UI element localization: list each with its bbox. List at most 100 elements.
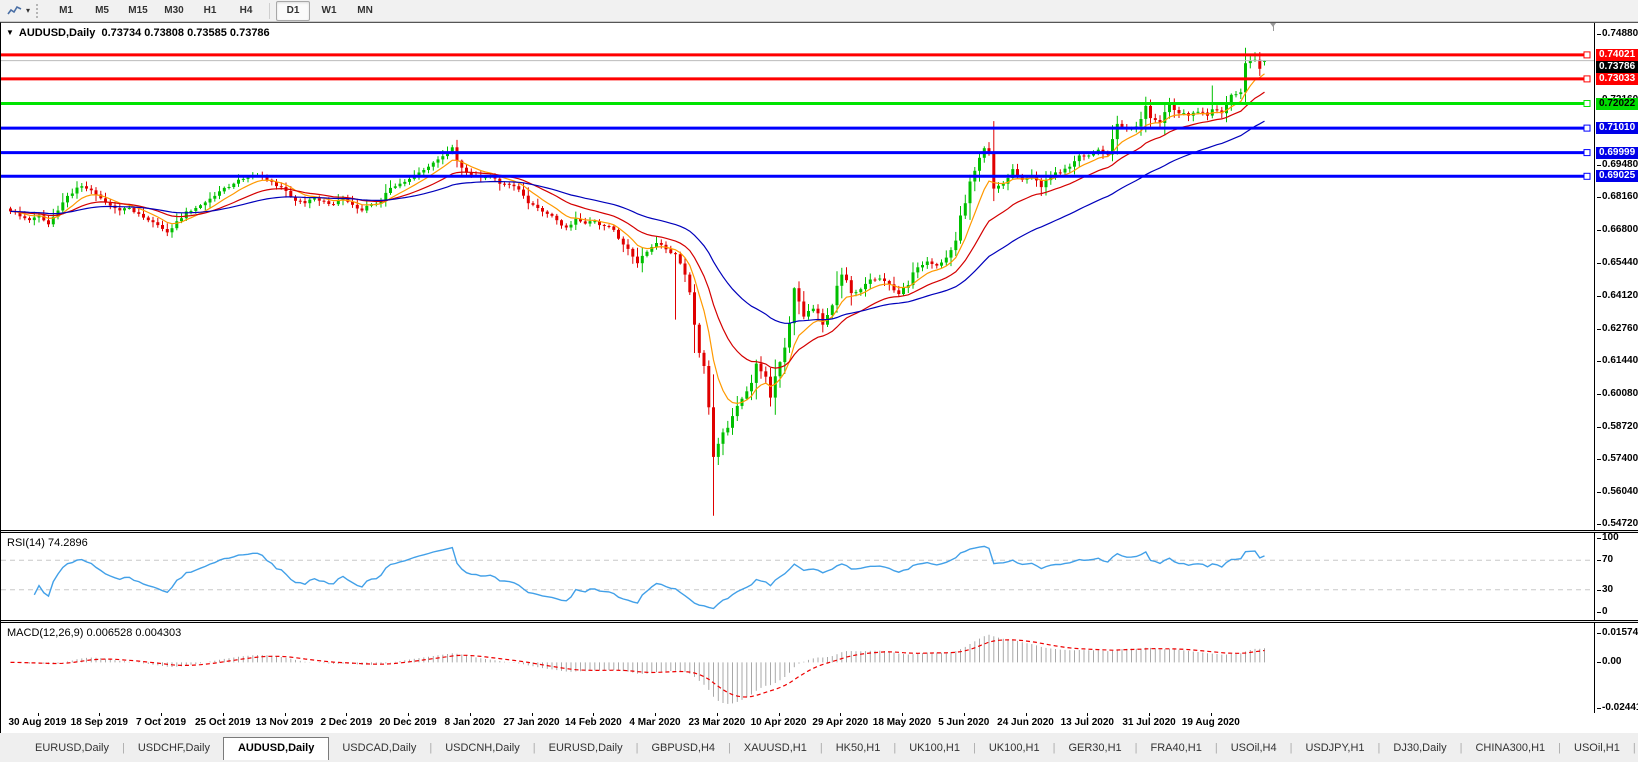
rsi-chart [1,533,1595,620]
tab-eurusd-daily[interactable]: EURUSD,Daily [22,739,122,757]
timeframe-button-m15[interactable]: M15 [121,1,155,21]
toolbar-grip [36,4,43,18]
price-panel[interactable]: ▼AUDUSD,Daily 0.73734 0.73808 0.73585 0.… [1,23,1638,530]
price-level-badge: 0.73033 [1596,73,1638,85]
price-tick-label: 0.61440 [1597,355,1638,367]
tab-fra40-h1[interactable]: FRA40,H1 [1138,739,1215,757]
tab-xauusd-h1[interactable]: XAUUSD,H1 [731,739,820,757]
chart-tab-bar: EURUSD,Daily|USDCHF,DailyAUDUSD,DailyUSD… [0,733,1638,762]
timeframe-button-d1[interactable]: D1 [276,1,310,21]
date-tick-label: 18 May 2020 [873,717,931,728]
rsi-tick-label: 70 [1597,554,1613,566]
date-tick-label: 8 Jan 2020 [444,717,495,728]
timeframe-button-m5[interactable]: M5 [85,1,119,21]
price-tick-label: 0.65440 [1597,257,1638,269]
toolbar-separator [269,3,270,19]
tab-china300-h1[interactable]: CHINA300,H1 [1462,739,1558,757]
price-tick-label: 0.54720 [1597,518,1638,530]
date-tick [779,713,780,716]
tab-scroll-controls: |◂▸ [1633,742,1638,754]
date-tick-label: 2 Dec 2019 [320,717,372,728]
price-tick-label: 0.58720 [1597,421,1638,433]
date-tick-label: 20 Dec 2019 [379,717,436,728]
tab-dj30-daily[interactable]: DJ30,Daily [1380,739,1459,757]
price-tick-label: 0.62760 [1597,323,1638,335]
rsi-tick-label: 0 [1597,606,1608,618]
timeframe-button-m30[interactable]: M30 [157,1,191,21]
tab-usdchf-daily[interactable]: USDCHF,Daily [125,739,223,757]
macd-label: MACD(12,26,9) 0.006528 0.004303 [7,627,181,639]
date-tick-label: 24 Jun 2020 [997,717,1054,728]
date-tick [532,713,533,716]
date-tick [593,713,594,716]
tab-hk50-h1[interactable]: HK50,H1 [823,739,894,757]
date-tick [902,713,903,716]
price-level-badge: 0.71010 [1596,122,1638,134]
date-tick [840,713,841,716]
date-tick [1149,713,1150,716]
date-tick-label: 13 Nov 2019 [256,717,314,728]
down-triangle-icon[interactable]: ▼ [6,28,14,37]
rsi-label: RSI(14) 74.2896 [7,537,88,549]
price-tick-label: 0.68160 [1597,191,1638,203]
date-tick [1026,713,1027,716]
date-tick [38,713,39,716]
price-axis[interactable]: 0.748800.735200.721600.708400.694800.681… [1594,23,1638,530]
candlestick-chart[interactable] [1,23,1595,530]
tab-usdcnh-daily[interactable]: USDCNH,Daily [432,739,533,757]
chart-shift-marker [1273,23,1274,31]
price-level-badge: 0.72022 [1596,98,1638,110]
price-tick-label: 0.64120 [1597,290,1638,302]
moving-averages [11,74,1265,404]
chart-symbol-label: AUDUSD,Daily [19,27,95,39]
tab-ger30-h1[interactable]: GER30,H1 [1055,739,1134,757]
chart-line-tool-icon[interactable] [4,3,24,19]
date-tick [99,713,100,716]
macd-tick-label: 0.00 [1597,656,1621,668]
tab-usdjpy-h1[interactable]: USDJPY,H1 [1292,739,1377,757]
date-tick-label: 18 Sep 2019 [71,717,128,728]
chevron-down-icon[interactable]: ▾ [26,6,30,15]
macd-chart [1,623,1595,713]
date-tick [1087,713,1088,716]
price-level-badge: 0.69999 [1596,147,1638,159]
price-tick-label: 0.57400 [1597,453,1638,465]
rsi-tick-label: 30 [1597,584,1613,596]
time-axis[interactable]: 30 Aug 201918 Sep 20197 Oct 201925 Oct 2… [1,713,1638,734]
tab-gbpusd-h4[interactable]: GBPUSD,H4 [638,739,728,757]
date-tick-label: 7 Oct 2019 [136,717,186,728]
rsi-axis: 100 70 30 0 [1594,533,1638,620]
tab-audusd-daily[interactable]: AUDUSD,Daily [223,737,329,760]
rsi-tick-label: 100 [1597,533,1619,544]
tab-eurusd-daily[interactable]: EURUSD,Daily [536,739,636,757]
date-tick-label: 14 Feb 2020 [565,717,622,728]
date-tick [655,713,656,716]
candlestick-series [9,48,1266,516]
price-tick-label: 0.74880 [1597,28,1638,40]
tab-uk100-h1[interactable]: UK100,H1 [896,739,973,757]
date-tick-label: 27 Jan 2020 [503,717,559,728]
macd-panel[interactable]: MACD(12,26,9) 0.006528 0.004303 0.015741… [1,623,1638,713]
chart-window: ▼AUDUSD,Daily 0.73734 0.73808 0.73585 0.… [0,22,1638,734]
tab-uk100-h1[interactable]: UK100,H1 [976,739,1053,757]
tab-usoil-h1[interactable]: USOil,H1 [1561,739,1633,757]
horizontal-levels[interactable] [1,52,1590,179]
date-tick-label: 29 Apr 2020 [812,717,868,728]
macd-tick-label: -0.024412 [1597,702,1638,713]
date-tick [470,713,471,716]
date-tick [1211,713,1212,716]
date-tick [223,713,224,716]
mt4-terminal: { "toolbar": { "tool_icon": "chart-line-… [0,0,1638,762]
tab-usoil-h4[interactable]: USOil,H4 [1218,739,1290,757]
tab-separator: | [1633,742,1636,754]
timeframe-button-mn[interactable]: MN [348,1,382,21]
timeframe-button-h4[interactable]: H4 [229,1,263,21]
price-level-badge: 0.69025 [1596,170,1638,182]
timeframe-button-w1[interactable]: W1 [312,1,346,21]
timeframe-toolbar: ▾ M1M5M15M30H1H4 D1W1MN [0,0,1638,22]
timeframe-button-h1[interactable]: H1 [193,1,227,21]
tab-usdcad-daily[interactable]: USDCAD,Daily [329,739,429,757]
timeframe-button-m1[interactable]: M1 [49,1,83,21]
date-tick-label: 5 Jun 2020 [938,717,989,728]
rsi-panel[interactable]: RSI(14) 74.2896 100 70 30 0 [1,533,1638,620]
